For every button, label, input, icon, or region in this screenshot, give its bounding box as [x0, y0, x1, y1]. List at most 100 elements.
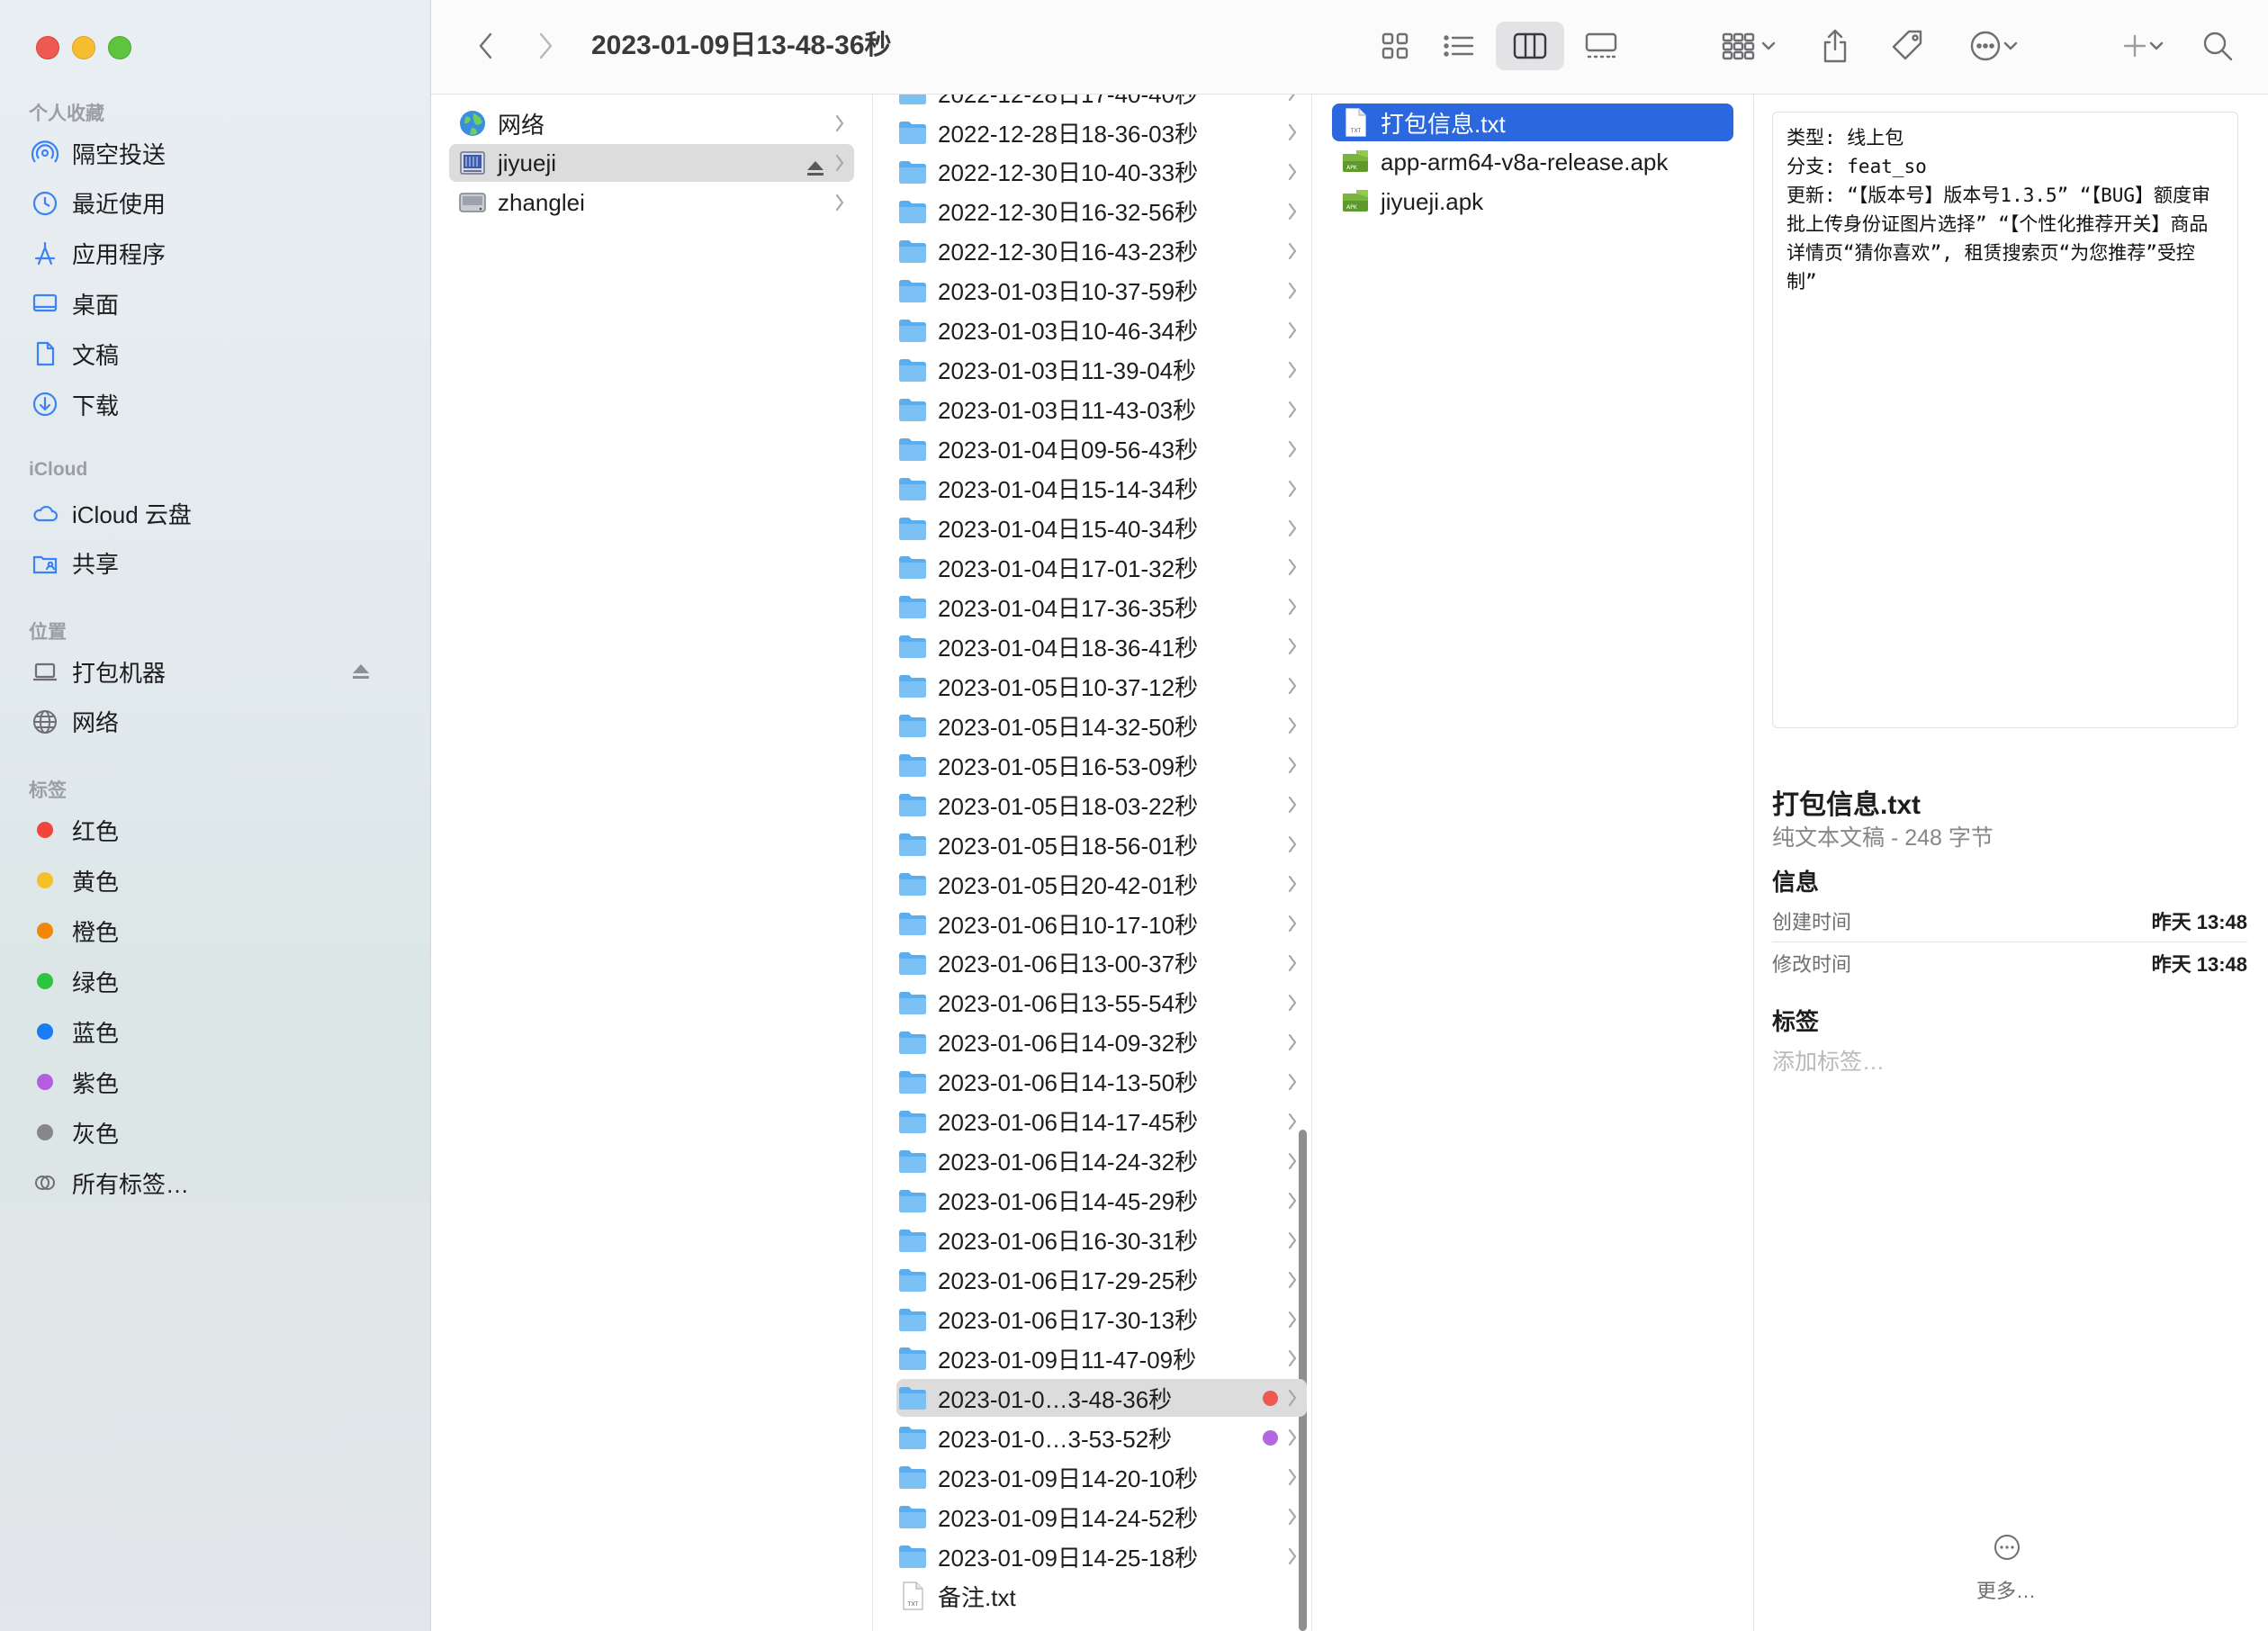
sidebar-item-tag-4[interactable]: 蓝色 [31, 1012, 400, 1051]
file-row[interactable]: TXT 打包信息.txt [1332, 104, 1733, 141]
folder-row[interactable]: 2023-01-06日14-45-29秒 [896, 1182, 1307, 1220]
folder-row[interactable]: 2023-01-05日14-32-50秒 [896, 707, 1307, 744]
folder-row[interactable]: 2023-01-04日17-01-32秒 [896, 548, 1307, 586]
tags-section-title: 标签 [29, 780, 67, 801]
folder-row[interactable]: 2023-01-09日14-20-10秒 [896, 1458, 1307, 1496]
forward-button[interactable] [526, 27, 564, 65]
add-tags-field[interactable]: 添加标签… [1772, 1044, 1885, 1077]
zoom-window-button[interactable] [108, 36, 131, 59]
action-menu-button[interactable] [1956, 27, 2031, 65]
folder-icon [896, 275, 929, 307]
folder-row[interactable]: 2022-12-30日10-40-33秒 [896, 153, 1307, 191]
list-view-button[interactable] [1432, 27, 1486, 65]
row-label: 2022-12-30日16-43-23秒 [938, 239, 1199, 266]
sidebar-item-tag-2[interactable]: 橙色 [31, 911, 400, 951]
folder-row[interactable]: 2022-12-30日16-43-23秒 [896, 232, 1307, 270]
svg-text:TXT: TXT [1350, 128, 1362, 134]
folder-row[interactable]: 2023-01-05日18-03-22秒 [896, 786, 1307, 824]
more-button[interactable] [1993, 1533, 2021, 1562]
folder-row[interactable]: 2023-01-05日20-42-01秒 [896, 865, 1307, 903]
eject-icon[interactable] [806, 155, 825, 183]
icon-view-button[interactable] [1368, 27, 1422, 65]
sidebar-item-all-tags[interactable]: 所有标签… [31, 1163, 400, 1203]
folder-row[interactable]: 2023-01-03日11-39-04秒 [896, 351, 1307, 389]
new-item-button[interactable] [2110, 27, 2175, 65]
folder-row[interactable]: 2023-01-06日17-30-13秒 [896, 1301, 1307, 1338]
folder-row[interactable]: 2023-01-09日11-47-09秒 [896, 1339, 1307, 1377]
sidebar-item-favorite-1[interactable]: 最近使用 [31, 184, 400, 223]
row-label: 2023-01-06日17-29-25秒 [938, 1267, 1199, 1295]
tag-dot [1263, 1391, 1278, 1407]
folder-row[interactable]: 2023-01-0…3-53-52秒 [896, 1419, 1307, 1456]
folder-row[interactable]: 2023-01-04日09-56-43秒 [896, 430, 1307, 468]
sidebar-item-favorite-3[interactable]: 桌面 [31, 284, 400, 323]
sidebar-item-tag-3[interactable]: 绿色 [31, 961, 400, 1001]
folder-row[interactable]: 2023-01-06日13-00-37秒 [896, 944, 1307, 982]
row-label: zhanglei [498, 188, 585, 216]
chevron-right-icon [1285, 1465, 1300, 1495]
share-button[interactable] [1808, 22, 1862, 70]
back-button[interactable] [467, 27, 505, 65]
folder-row[interactable]: 2022-12-28日18-36-03秒 [896, 113, 1307, 151]
more-label[interactable]: 更多… [1889, 1575, 2123, 1604]
folder-row[interactable]: 2023-01-06日13-55-54秒 [896, 984, 1307, 1022]
folder-row[interactable]: 2023-01-03日10-37-59秒 [896, 272, 1307, 310]
sidebar-item-favorite-4[interactable]: 文稿 [31, 334, 400, 374]
location-row[interactable]: zhanglei [449, 184, 854, 221]
sidebar-item-favorite-5[interactable]: 下载 [31, 384, 400, 424]
chevron-right-icon [1285, 437, 1300, 467]
folder-row[interactable]: 2023-01-04日18-36-41秒 [896, 627, 1307, 665]
folder-row[interactable]: 2023-01-06日14-17-45秒 [896, 1103, 1307, 1140]
folder-row[interactable]: 2023-01-06日14-24-32秒 [896, 1142, 1307, 1180]
folder-row[interactable]: 2023-01-06日16-30-31秒 [896, 1221, 1307, 1259]
sidebar-item-label: 灰色 [72, 1120, 120, 1148]
sidebar-item-favorite-2[interactable]: 应用程序 [31, 234, 400, 274]
group-menu-button[interactable] [1707, 27, 1790, 65]
folder-row[interactable]: 2023-01-03日11-43-03秒 [896, 391, 1307, 428]
location-row[interactable]: jiyueji [449, 144, 854, 182]
sidebar-item-location-1[interactable]: 网络 [31, 702, 400, 742]
sidebar-item-tag-6[interactable]: 灰色 [31, 1113, 400, 1152]
eject-icon[interactable] [351, 658, 371, 686]
folder-row[interactable]: 2022-12-30日16-32-56秒 [896, 193, 1307, 230]
sidebar-item-tag-1[interactable]: 黄色 [31, 861, 400, 900]
folder-row[interactable]: 2023-01-04日17-36-35秒 [896, 588, 1307, 626]
plus-icon [2123, 34, 2146, 58]
location-row[interactable]: 网络 [449, 104, 854, 142]
close-window-button[interactable] [36, 36, 59, 59]
folder-row[interactable]: 2023-01-0…3-48-36秒 [896, 1379, 1307, 1418]
folder-row[interactable]: 2023-01-09日14-25-18秒 [896, 1537, 1307, 1575]
sidebar-item-tag-0[interactable]: 红色 [31, 810, 400, 850]
gallery-view-button[interactable] [1574, 27, 1628, 65]
minimize-window-button[interactable] [72, 36, 95, 59]
folder-row[interactable]: 2023-01-06日14-13-50秒 [896, 1063, 1307, 1101]
folder-row[interactable]: 2023-01-03日10-46-34秒 [896, 311, 1307, 349]
folder-row[interactable]: 2023-01-04日15-40-34秒 [896, 509, 1307, 547]
folder-icon [896, 1224, 929, 1257]
folder-row[interactable]: 2023-01-05日18-56-01秒 [896, 825, 1307, 863]
sidebar-item-location-0[interactable]: 打包机器 [31, 652, 400, 691]
folder-row[interactable]: 2023-01-05日16-53-09秒 [896, 746, 1307, 784]
sidebar-item-tag-5[interactable]: 紫色 [31, 1062, 400, 1102]
folder-row[interactable]: 2023-01-05日10-37-12秒 [896, 667, 1307, 705]
sidebar-item-icloud-0[interactable]: iCloud 云盘 [31, 493, 400, 533]
sidebar-item-favorite-0[interactable]: 隔空投送 [31, 133, 400, 173]
folder-row[interactable]: 2023-01-04日15-14-34秒 [896, 470, 1307, 508]
folder-icon [896, 195, 929, 228]
folder-row[interactable]: 2023-01-06日10-17-10秒 [896, 905, 1307, 942]
folder-icon [896, 354, 929, 386]
file-row[interactable]: TXT 备注.txt [896, 1577, 1307, 1615]
folder-row[interactable]: 2022-12-28日17-40-40秒 [896, 95, 1307, 112]
file-row[interactable]: APK jiyueji.apk [1332, 183, 1733, 221]
row-label: 2023-01-09日14-25-18秒 [938, 1544, 1199, 1572]
folder-row[interactable]: 2023-01-06日17-29-25秒 [896, 1261, 1307, 1299]
document-icon [31, 339, 59, 368]
folder-row[interactable]: 2023-01-09日14-24-52秒 [896, 1498, 1307, 1536]
file-row[interactable]: APK app-arm64-v8a-release.apk [1332, 143, 1733, 181]
chevron-right-icon [1285, 1110, 1300, 1140]
column-view-button[interactable] [1496, 22, 1564, 70]
folder-row[interactable]: 2023-01-06日14-09-32秒 [896, 1023, 1307, 1061]
sidebar-item-icloud-1[interactable]: 共享 [31, 544, 400, 583]
tags-button[interactable] [1880, 27, 1934, 65]
search-button[interactable] [2195, 27, 2240, 65]
